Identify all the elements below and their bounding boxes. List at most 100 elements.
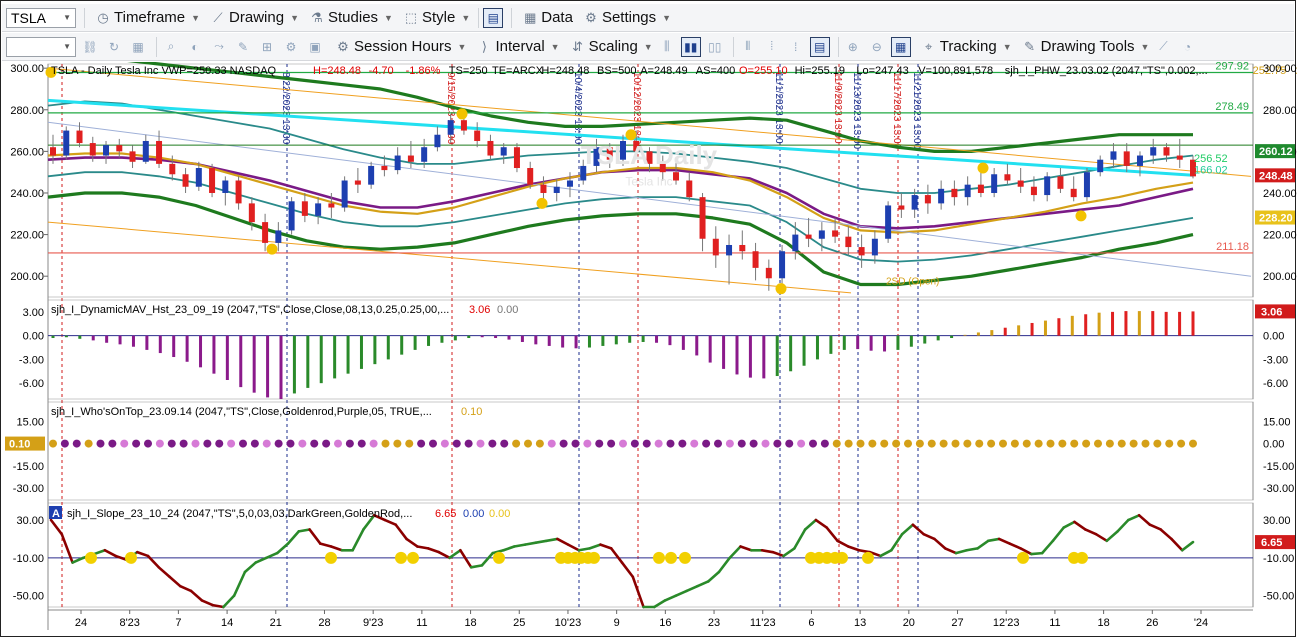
series-value-label: 166.02 [1194, 165, 1228, 177]
layout-icon[interactable]: ▤ [483, 7, 504, 28]
candle-body [301, 201, 308, 216]
who-on-top-dot [49, 439, 57, 448]
clock-icon: ◷ [97, 9, 109, 25]
dots-tick-left: -15.00 [13, 461, 44, 473]
who-on-top-dot [963, 439, 972, 448]
insert-analysis-icon[interactable]: ⤳ [209, 37, 229, 57]
drawing-icon: ⟋ [213, 9, 223, 25]
time-tick-label: 11'23 [750, 617, 776, 629]
speedometer-icon[interactable]: ◔ [1177, 37, 1197, 57]
time-tick-label: 10'23 [555, 617, 582, 629]
dots-title: sjh_I_Who'sOnTop_23.09.14 (2047,"TS",Clo… [51, 406, 432, 418]
who-on-top-dot [381, 439, 390, 448]
candle-body [1057, 176, 1064, 189]
settings-menu[interactable]: ⚙ Settings ▼ [583, 9, 671, 26]
price-tick-right: 240.00 [1263, 188, 1297, 200]
chevron-down-icon: ▼ [643, 41, 653, 52]
chart-area[interactable]: 8/22/2023 13:00 9/15/2023 13:00 10/4/2023 … [1, 62, 1297, 637]
candle-body [911, 195, 918, 210]
zoom-out-icon[interactable]: ⊖ [867, 37, 887, 57]
who-on-top-dot [595, 439, 604, 448]
ohlc-icon[interactable]: ⦙ [762, 37, 782, 57]
hist-tick-left: 3.00 [23, 307, 44, 319]
time-tick-label: 13 [854, 617, 866, 629]
palette-icon[interactable]: ◐ [185, 37, 205, 57]
format-icon[interactable]: ✎ [233, 37, 253, 57]
who-on-top-dot [440, 439, 449, 448]
study-a-letter: A [52, 508, 60, 520]
bars-icon[interactable]: ⦀ [738, 37, 758, 57]
hist-tick-left: -3.00 [19, 354, 44, 366]
hollow-candle-icon[interactable]: ▯▯ [705, 37, 725, 57]
who-on-top-dot [927, 439, 936, 448]
who-on-top-dot [179, 439, 188, 448]
slope-badge-text: 6.65 [1261, 537, 1282, 549]
zoom-find-icon[interactable]: ⌕ [161, 37, 181, 57]
candle-body [209, 168, 216, 193]
who-on-top-dot [725, 439, 734, 448]
chart-analysis-icon[interactable]: ⊞ [257, 37, 277, 57]
who-on-top-dot [274, 439, 283, 448]
quote-field: TE=ARCX [492, 65, 544, 77]
quote-field: BS=500 [597, 65, 636, 77]
scaling-menu[interactable]: ⇵ Scaling ▼ [570, 38, 653, 55]
who-on-top-dot [96, 439, 105, 448]
who-on-top-dot [1117, 439, 1126, 448]
who-on-top-dot [1022, 439, 1031, 448]
candle-body [381, 165, 388, 171]
candle-body [1123, 151, 1130, 166]
candle-body [898, 205, 905, 210]
who-on-top-dot [678, 439, 687, 448]
price-badge-text: 228.20 [1259, 213, 1293, 225]
who-on-top-dot [144, 439, 152, 448]
session-hours-menu[interactable]: ⚙ Session Hours ▼ [335, 38, 466, 55]
link-icon[interactable]: ⛓ [80, 37, 100, 57]
studies-menu[interactable]: ⚗ Studies ▼ [309, 9, 393, 26]
who-on-top-dot [761, 439, 770, 448]
candle-body [1004, 174, 1011, 181]
who-on-top-dot [654, 439, 663, 448]
grid-icon[interactable]: ▦ [128, 37, 148, 57]
dots-icon[interactable]: ⁞ [786, 37, 806, 57]
drawing-menu[interactable]: ⟋ Drawing ▼ [210, 9, 299, 26]
symbol-list-icon[interactable]: ⚙ [281, 37, 301, 57]
candle-body [845, 236, 852, 248]
window-icon[interactable]: ▣ [305, 37, 325, 57]
hist-value: 3.06 [469, 304, 490, 316]
who-on-top-dot [832, 439, 841, 448]
time-tick-label: 12'23 [993, 617, 1020, 629]
zoom-in-icon[interactable]: ⊕ [843, 37, 863, 57]
who-on-top-dot [191, 439, 200, 448]
price-tick-left: 200.00 [10, 271, 44, 283]
who-on-top-dot [72, 439, 81, 448]
series-value-label: 256.52 [1194, 153, 1228, 165]
style-menu[interactable]: ⬚ Style ▼ [403, 9, 470, 26]
pivot-dot [536, 197, 548, 209]
price-tick-right: 220.00 [1263, 230, 1297, 242]
chevron-down-icon: ▼ [550, 41, 560, 52]
data-menu[interactable]: ▦ Data [522, 9, 573, 26]
layout-icon[interactable]: ▤ [809, 36, 830, 57]
who-on-top-dot [417, 439, 426, 448]
trendline-icon[interactable]: ⟋ [1153, 37, 1173, 57]
interval-box[interactable]: ▼ [6, 36, 76, 57]
time-tick-label: 7 [175, 617, 181, 629]
who-on-top-dot [60, 439, 69, 448]
who-on-top-dot [345, 439, 354, 448]
who-on-top-dot [1153, 439, 1162, 448]
refresh-icon[interactable]: ↻ [104, 37, 124, 57]
timeframe-menu[interactable]: ◷ Timeframe ▼ [95, 9, 200, 26]
grid-toggle-icon[interactable]: ▦ [890, 36, 911, 57]
interval-menu[interactable]: ⟩ Interval ▼ [476, 38, 560, 55]
bar-chart-icon[interactable]: ⫼ [657, 37, 677, 57]
candlestick-icon[interactable]: ▮▮ [680, 36, 701, 57]
who-on-top-dot [987, 439, 996, 448]
candle-body [103, 145, 110, 156]
data-grid-icon: ▦ [524, 9, 537, 25]
candle-body [407, 155, 414, 162]
date-marker-label: 11/21/2023 13:00 [911, 72, 922, 150]
drawing-tools-menu[interactable]: ✎ Drawing Tools ▼ [1022, 38, 1149, 55]
tracking-menu[interactable]: ⌖ Tracking ▼ [921, 38, 1012, 55]
symbol-box[interactable]: TSLA ▼ [6, 7, 76, 28]
who-on-top-dot [547, 439, 556, 448]
